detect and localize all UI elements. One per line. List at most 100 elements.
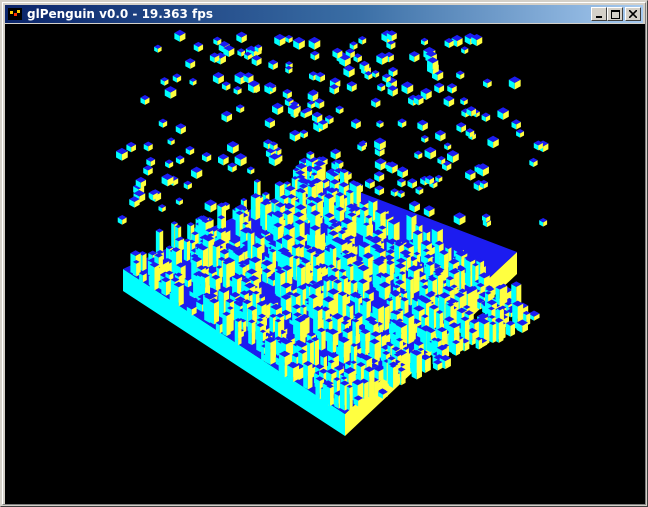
voxel-cube — [237, 48, 245, 57]
voxel-cube — [185, 145, 195, 156]
voxel-cube — [374, 185, 385, 196]
window-title: glPenguin v0.0 - 19.363 fps — [27, 7, 213, 21]
voxel-cube — [146, 156, 156, 167]
voxel-cube — [335, 105, 344, 114]
voxel-cube — [420, 37, 428, 46]
voxel-cube — [407, 178, 418, 189]
opengl-viewport[interactable] — [5, 24, 645, 504]
voxel-cube — [346, 81, 357, 92]
voxel-cube — [489, 321, 497, 343]
voxel-cube — [293, 36, 305, 50]
voxel-cube — [310, 50, 320, 61]
voxel-cube — [227, 140, 239, 154]
voxel-cube — [154, 44, 162, 53]
voxel-cube — [390, 188, 399, 197]
voxel-cube — [421, 134, 429, 143]
voxel-cube — [397, 178, 406, 188]
voxel-cube — [539, 218, 548, 227]
voxel-cube — [456, 122, 467, 133]
app-window: glPenguin v0.0 - 19.363 fps — [0, 0, 648, 507]
app-icon[interactable] — [7, 6, 23, 22]
voxel-cube — [201, 151, 212, 163]
voxel-cube — [516, 128, 525, 138]
voxel-cube — [343, 65, 355, 78]
voxel-cube — [183, 238, 191, 262]
voxel-cube — [364, 178, 375, 189]
voxel-cube — [371, 97, 381, 108]
voxel-cube — [415, 186, 424, 195]
voxel-cube — [397, 166, 408, 179]
voxel-cube — [330, 148, 341, 160]
maximize-icon — [610, 9, 620, 19]
voxel-cube — [165, 159, 174, 169]
voxel-cube — [161, 277, 171, 296]
voxel-cube — [272, 102, 284, 115]
voxel-cube — [282, 88, 292, 99]
voxel-cube — [175, 197, 183, 206]
voxel-cube — [417, 119, 428, 132]
voxel-cube — [389, 364, 397, 388]
close-icon — [629, 10, 637, 18]
voxel-cube — [401, 81, 414, 95]
voxel-cube — [264, 117, 275, 129]
voxel-cube — [376, 120, 384, 128]
voxel-cube — [289, 129, 301, 142]
voxel-cube — [307, 100, 315, 109]
voxel-cube — [158, 204, 166, 213]
title-bar[interactable]: glPenguin v0.0 - 19.363 fps — [5, 5, 643, 23]
voxel-cube — [505, 320, 516, 337]
voxel-cube — [483, 78, 492, 88]
voxel-cube — [143, 141, 153, 152]
voxel-cube — [388, 66, 398, 77]
voxel-cube — [143, 165, 153, 176]
voxel-cube — [233, 86, 242, 95]
maximize-button[interactable] — [607, 7, 623, 21]
close-button[interactable] — [625, 7, 641, 21]
voxel-cube — [175, 155, 185, 165]
voxel-cube — [221, 81, 231, 91]
voxel-cube — [117, 214, 127, 225]
minimize-icon — [596, 16, 602, 18]
voxel-cube — [335, 206, 345, 223]
voxel-cube — [173, 281, 184, 307]
voxel-cube — [326, 384, 334, 406]
voxel-cube — [434, 82, 445, 94]
voxel-cube — [184, 276, 192, 288]
window-controls — [591, 7, 641, 21]
voxel-cube — [149, 261, 160, 291]
voxel-cube — [374, 157, 387, 171]
voxel-cube — [234, 153, 247, 167]
voxel-cube — [388, 218, 400, 243]
voxel-cube — [397, 189, 405, 198]
voxel-cube — [451, 339, 461, 356]
voxel-cube — [140, 95, 150, 105]
voxel-cube — [435, 129, 446, 142]
voxel-cube — [508, 76, 521, 90]
voxel-cube — [227, 162, 237, 173]
voxel-cube — [164, 86, 177, 99]
voxel-cube — [172, 73, 182, 83]
voxel-cube — [308, 36, 321, 50]
voxel-cube — [236, 104, 245, 114]
voxel-cube — [132, 260, 140, 277]
voxel-cube — [358, 36, 367, 45]
voxel-cube — [193, 41, 203, 52]
minimize-button[interactable] — [591, 7, 607, 21]
voxel-cube — [299, 129, 308, 139]
voxel-cube — [349, 41, 358, 50]
voxel-cube — [204, 199, 217, 213]
voxel-cube — [461, 46, 469, 55]
voxel-cube — [423, 205, 435, 218]
voxel-cube — [285, 34, 293, 43]
voxel-cube — [338, 336, 350, 364]
voxel-cube — [248, 319, 256, 346]
voxel-cube — [443, 95, 455, 108]
voxel-cube — [222, 260, 230, 289]
voxel-cube — [511, 119, 521, 130]
voxel-cube — [481, 112, 491, 122]
voxel-cube — [174, 29, 186, 42]
voxel-cube — [446, 150, 459, 164]
voxel-cube — [352, 318, 360, 345]
voxel-cube — [346, 384, 353, 411]
voxel-cube — [372, 70, 380, 78]
